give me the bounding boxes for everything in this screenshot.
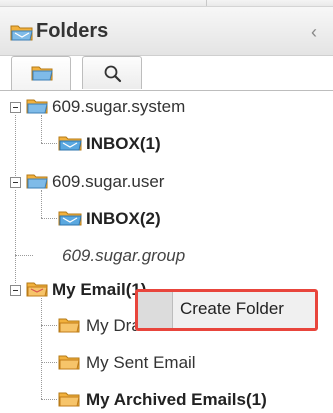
tab-search[interactable] xyxy=(82,56,142,89)
create-folder-menu-item[interactable]: Create Folder xyxy=(180,299,284,319)
collapse-toggle-icon[interactable] xyxy=(10,285,21,296)
inbox-folder-icon xyxy=(58,209,82,232)
tree-node-my-archived-emails[interactable]: My Archived Emails(1) xyxy=(86,390,267,410)
folder-icon xyxy=(58,390,80,413)
tree-node-my-sent-email[interactable]: My Sent Email xyxy=(86,353,196,373)
tree-connector xyxy=(41,325,57,326)
folder-icon xyxy=(26,97,48,120)
tree-connector xyxy=(41,399,57,400)
tree-connector xyxy=(41,143,57,144)
tree-connector xyxy=(41,362,57,363)
context-menu-create-folder[interactable]: Create Folder xyxy=(135,289,318,331)
tree-node-609-sugar-user[interactable]: 609.sugar.user xyxy=(52,172,164,192)
tree-node-609-sugar-system[interactable]: 609.sugar.system xyxy=(52,97,185,117)
search-icon xyxy=(104,65,122,83)
inbox-folder-icon xyxy=(58,134,82,157)
tree-node-my-email[interactable]: My Email(1) xyxy=(52,280,146,300)
panel-header: Folders ‹ xyxy=(0,7,333,56)
folder-icon xyxy=(26,280,48,303)
folder-icon xyxy=(31,66,53,81)
tree-connector xyxy=(41,298,42,399)
panel-tabs xyxy=(0,56,333,91)
tree-connector xyxy=(15,255,33,256)
tree-node-inbox-1[interactable]: INBOX(1) xyxy=(86,134,161,154)
context-menu-icon-gutter xyxy=(138,292,173,328)
folder-tree: 609.sugar.system INBOX(1) 609.sugar.user… xyxy=(0,92,333,412)
collapse-toggle-icon[interactable] xyxy=(10,177,21,188)
panel-title: Folders xyxy=(36,20,109,42)
folders-header-icon xyxy=(10,22,34,42)
folder-icon xyxy=(58,316,80,339)
collapse-panel-icon[interactable]: ‹ xyxy=(305,22,323,42)
tree-connector xyxy=(41,218,57,219)
toolbar-separator xyxy=(206,0,207,6)
tree-connector xyxy=(15,115,16,184)
folders-panel: Folders ‹ 609.sugar.system INBOX(1) 609.… xyxy=(0,0,333,412)
tree-connector xyxy=(15,190,16,283)
tree-node-609-sugar-group[interactable]: 609.sugar.group xyxy=(62,246,185,266)
collapse-toggle-icon[interactable] xyxy=(10,102,21,113)
folder-icon xyxy=(58,353,80,376)
tab-folders[interactable] xyxy=(11,56,71,90)
tree-node-inbox-2[interactable]: INBOX(2) xyxy=(86,209,161,229)
top-toolbar-strip xyxy=(0,0,333,7)
folder-icon xyxy=(26,172,48,195)
